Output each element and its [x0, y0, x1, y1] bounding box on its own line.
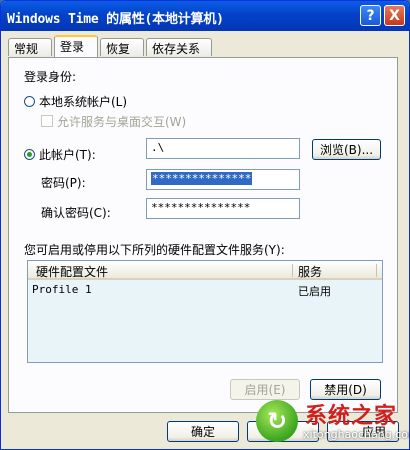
password-field[interactable]: *************** [146, 169, 300, 190]
close-button[interactable]: X [384, 5, 405, 26]
tab-general[interactable]: 常规 [8, 38, 52, 56]
profiles-description: 您可启用或停用以下所列的硬件配置文件服务(Y): [24, 243, 285, 257]
allow-desktop-checkbox[interactable] [41, 115, 53, 127]
refresh-logo-icon: ↻ [256, 400, 298, 442]
watermark-title: 系统之家 [305, 404, 398, 429]
watermark-url: xitonghaochang.com [303, 428, 410, 441]
tab-logon[interactable]: 登录 [54, 35, 98, 57]
local-system-radio[interactable] [24, 96, 35, 107]
row-service-status[interactable]: 已启用 [298, 283, 331, 299]
browse-button[interactable]: 浏览(B)... [312, 139, 381, 160]
hardware-profiles-list[interactable]: 硬件配置文件 服务 Profile 1 已启用 [27, 260, 383, 363]
password-label: 密码(P): [41, 176, 86, 190]
confirm-password-label: 确认密码(C): [41, 206, 111, 220]
account-input[interactable]: .\ [146, 138, 300, 159]
local-system-label[interactable]: 本地系统帐户(L) [39, 93, 127, 110]
this-account-radio[interactable] [24, 149, 35, 160]
ok-button[interactable]: 确定 [167, 421, 239, 442]
logon-as-label: 登录身份: [24, 70, 77, 84]
password-value: *************** [151, 172, 253, 185]
column-separator [292, 264, 293, 277]
help-button[interactable]: ? [360, 5, 381, 26]
properties-dialog: Windows Time 的属性(本地计算机) ? X 常规 登录 恢复 依存关… [0, 0, 410, 450]
site-watermark: ↻ 系统之家 xitonghaochang.com [251, 394, 409, 449]
window-title: Windows Time 的属性(本地计算机) [7, 12, 224, 27]
tab-dependencies[interactable]: 依存关系 [146, 38, 212, 56]
column-separator [376, 264, 377, 277]
list-header: 硬件配置文件 服务 [28, 261, 382, 280]
column-hardware-profile[interactable]: 硬件配置文件 [36, 263, 108, 280]
row-profile-name[interactable]: Profile 1 [32, 283, 92, 296]
this-account-label[interactable]: 此帐户(T): [39, 146, 96, 163]
allow-desktop-label: 允许服务与桌面交互(W) [57, 115, 187, 129]
tab-recovery[interactable]: 恢复 [100, 38, 144, 56]
title-bar[interactable]: Windows Time 的属性(本地计算机) ? X [1, 1, 409, 31]
logon-panel: 登录身份: 本地系统帐户(L) 允许服务与桌面交互(W) 此帐户(T): .\ … [8, 57, 398, 413]
column-service[interactable]: 服务 [298, 263, 322, 280]
confirm-password-field[interactable]: *************** [146, 198, 300, 219]
